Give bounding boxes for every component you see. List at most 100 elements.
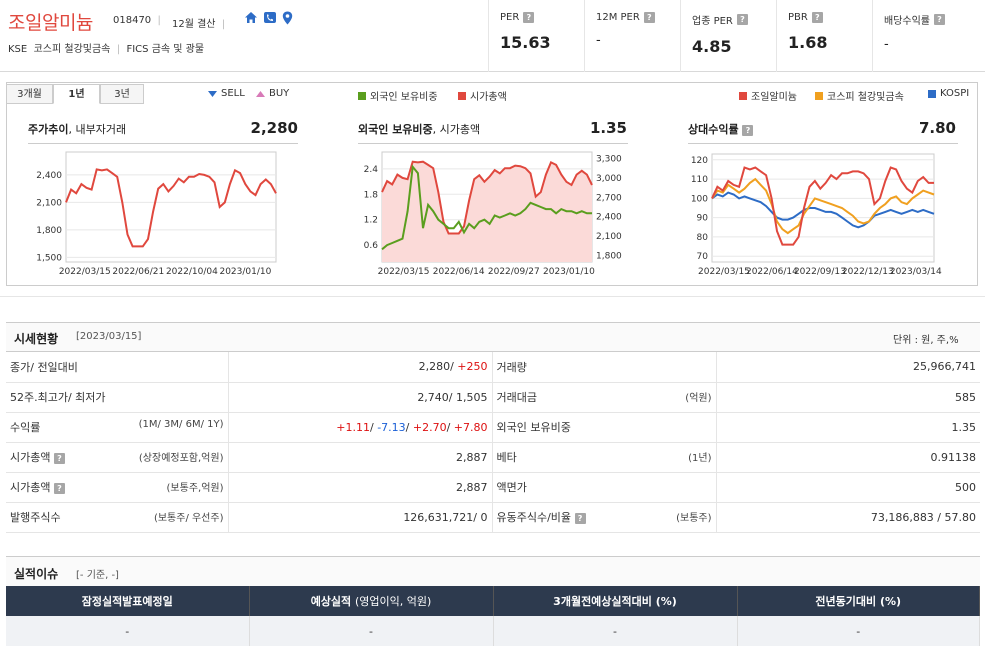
status-label: 시가총액 ? (상장예정포함,억원) bbox=[6, 442, 229, 473]
status-value: +1.11/ -7.13/ +2.70/ +7.80 bbox=[228, 412, 493, 443]
x-tick-label: 2022/03/15 bbox=[59, 267, 111, 277]
y-tick-label: 90 bbox=[697, 214, 709, 224]
table-row: 수익률 (1M/ 3M/ 6M/ 1Y) +1.11/ -7.13/ +2.70/ … bbox=[6, 412, 980, 443]
status-label: 유동주식수/비율 ? (보통주) bbox=[492, 502, 717, 533]
x-tick-label: 2022/06/21 bbox=[112, 267, 164, 277]
x-tick-label: 2023/03/14 bbox=[890, 267, 942, 277]
status-value: 25,966,741 bbox=[716, 352, 980, 383]
status-label: 종가/ 전일대비 bbox=[6, 352, 229, 383]
status-value: 2,887 bbox=[228, 442, 493, 473]
legend-mktcap: 시가총액 bbox=[458, 88, 507, 103]
table-row: 시가총액 ? (상장예정포함,억원) 2,887 베타 (1년) 0.91138 bbox=[6, 442, 980, 473]
status-label: 발행주식수 (보통주/ 우선주) bbox=[6, 502, 229, 533]
tab-1y[interactable]: 1년 bbox=[53, 84, 100, 104]
status-label: 베타 (1년) bbox=[492, 442, 717, 473]
col-announce-date: 잠정실적발표예정일 bbox=[6, 586, 250, 616]
help-icon[interactable]: ? bbox=[523, 12, 535, 23]
y-tick-label: 100 bbox=[691, 194, 708, 204]
relative-return-chart: 7080901001101202022/03/152022/06/142022/… bbox=[691, 153, 942, 277]
status-value: 73,186,883 / 57.80 bbox=[716, 502, 980, 533]
help-icon[interactable]: ? bbox=[643, 12, 655, 23]
y-tick-label: 1,800 bbox=[36, 226, 62, 236]
metric-sector-per: 업종 PER? 4.85 bbox=[692, 12, 748, 56]
results-basis: [- 기준, -] bbox=[76, 570, 119, 581]
help-icon[interactable]: ? bbox=[742, 125, 754, 136]
help-icon[interactable]: ? bbox=[736, 14, 748, 25]
status-value: 0.91138 bbox=[716, 442, 980, 473]
help-icon[interactable]: ? bbox=[811, 12, 823, 23]
plot-area bbox=[65, 151, 277, 263]
triangle-up-icon bbox=[256, 90, 265, 97]
help-icon[interactable]: ? bbox=[53, 483, 65, 494]
table-row: 시가총액 ? (보통주,억원) 2,887 액면가 500 bbox=[6, 472, 980, 503]
status-value: 2,887 bbox=[228, 472, 493, 503]
status-label: 액면가 bbox=[492, 472, 717, 503]
stock-header: 조일알미늄 018470 | 12월 결산 | KSE 코스피 철강및금속 | … bbox=[0, 0, 985, 72]
price-trend-chart: 1,500 1,800 2,100 2,400 2022/03/15 2022/06/21… bbox=[36, 151, 277, 277]
status-value: 585 bbox=[716, 382, 980, 413]
status-label: 외국인 보유비중 bbox=[492, 412, 717, 443]
table-row: - - - - bbox=[6, 616, 980, 646]
col-vs-3m-estimate: 3개월전예상실적대비 (%) bbox=[493, 586, 738, 616]
status-value: 126,631,721/ 0 bbox=[228, 502, 493, 533]
help-icon[interactable]: ? bbox=[934, 14, 945, 25]
metric-dividend-yield: 배당수익률? - bbox=[884, 12, 945, 52]
y-tick-label: 120 bbox=[691, 156, 708, 166]
table-row: 52주.최고가/ 최저가 2,740/ 1,505 거래대금 (억원) 585 bbox=[6, 382, 980, 413]
tab-3y[interactable]: 3년 bbox=[100, 84, 144, 104]
y-tick-label: 2,100 bbox=[36, 198, 62, 208]
stock-code: 018470 | bbox=[113, 15, 165, 26]
y-tick-label: 0.6 bbox=[364, 241, 379, 251]
legend-kospi: KOSPI bbox=[928, 88, 969, 99]
x-tick-label: 2022/06/14 bbox=[433, 267, 485, 277]
legend-foreign: 외국인 보유비중 bbox=[358, 88, 438, 103]
metric-per: PER? 15.63 bbox=[500, 12, 551, 52]
status-header bbox=[6, 322, 980, 352]
status-title: 시세현황 bbox=[14, 332, 59, 346]
tab-3m[interactable]: 3개월 bbox=[6, 84, 53, 104]
foreign-ownership-chart: 0.6 1.2 1.8 2.4 1,800 2,100 2,400 2,700 3,000 3,3… bbox=[364, 151, 622, 277]
x-tick-label: 2022/09/27 bbox=[488, 267, 540, 277]
x-tick-label: 2022/09/13 bbox=[794, 267, 846, 277]
chart1-value: 2,280 bbox=[250, 119, 298, 137]
plot-area bbox=[711, 153, 935, 263]
status-value: 2,280/ +250 bbox=[228, 352, 493, 383]
phone-icon[interactable] bbox=[263, 11, 277, 24]
chart2-value: 1.35 bbox=[589, 119, 627, 137]
help-icon[interactable]: ? bbox=[574, 513, 586, 524]
x-tick-label: 2022/12/13 bbox=[842, 267, 894, 277]
metric-pbr: PBR? 1.68 bbox=[788, 12, 828, 52]
y-right-tick-label: 3,300 bbox=[596, 154, 622, 164]
y-right-tick-label: 2,400 bbox=[596, 213, 622, 223]
location-pin-icon[interactable] bbox=[282, 11, 293, 25]
results-title: 실적이슈 bbox=[14, 567, 59, 581]
status-value: 500 bbox=[716, 472, 980, 503]
legend-sell: SELL bbox=[208, 88, 245, 99]
chart2-title: 외국인 보유비중, 시가총액 bbox=[358, 123, 481, 136]
triangle-down-icon bbox=[208, 90, 217, 97]
status-table: 종가/ 전일대비 2,280/ +250 거래량 25,966,741 52주.최고가/… bbox=[6, 352, 980, 533]
col-expected-results: 예상실적 (영업이익, 억원) bbox=[249, 586, 494, 616]
y-tick-label: 2,400 bbox=[36, 171, 62, 181]
table-row: 발행주식수 (보통주/ 우선주) 126,631,721/ 0 유동주식수/비율 ?(… bbox=[6, 502, 980, 533]
status-label: 거래대금 (억원) bbox=[492, 382, 717, 413]
chart1-title: 주가추이, 내부자거래 bbox=[28, 123, 127, 136]
results-table: 잠정실적발표예정일 예상실적 (영업이익, 억원) 3개월전예상실적대비 (%)… bbox=[6, 586, 980, 646]
company-name: 조일알미늄 bbox=[8, 12, 93, 34]
y-tick-label: 2.4 bbox=[364, 165, 379, 175]
y-right-tick-label: 2,100 bbox=[596, 232, 622, 242]
x-tick-label: 2022/06/14 bbox=[746, 267, 798, 277]
home-icon[interactable] bbox=[244, 11, 258, 24]
y-tick-label: 1.2 bbox=[364, 216, 378, 226]
y-tick-label: 80 bbox=[697, 233, 709, 243]
y-right-tick-label: 3,000 bbox=[596, 174, 622, 184]
y-tick-label: 1.8 bbox=[364, 190, 379, 200]
settlement-month: 12월 결산 | bbox=[172, 19, 226, 30]
y-right-tick-label: 2,700 bbox=[596, 193, 622, 203]
status-date: [2023/03/15] bbox=[76, 331, 142, 342]
x-tick-label: 2023/01/10 bbox=[219, 267, 271, 277]
col-yoy: 전년동기대비 (%) bbox=[737, 586, 980, 616]
help-icon[interactable]: ? bbox=[53, 453, 65, 464]
status-value: 1.35 bbox=[716, 412, 980, 443]
results-header bbox=[6, 556, 980, 586]
